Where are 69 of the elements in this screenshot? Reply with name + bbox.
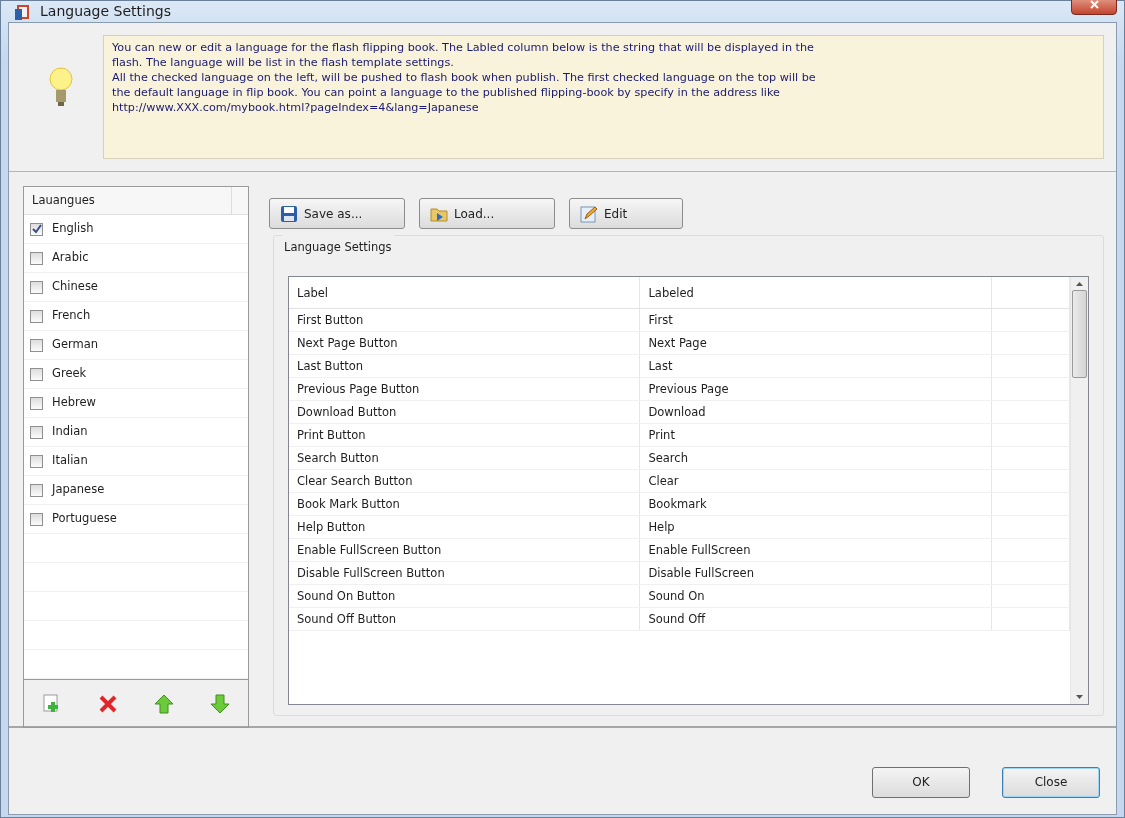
column-header: Lauangues	[24, 187, 232, 214]
table-cell: Last Button	[289, 355, 641, 378]
table-cell: Download	[640, 401, 992, 424]
dialog-button[interactable]: OK	[872, 766, 970, 798]
toolbar-button[interactable]: Save as...	[269, 198, 405, 229]
language-label: Portuguese	[52, 510, 117, 528]
checkbox[interactable]	[30, 338, 43, 352]
checkbox[interactable]	[30, 512, 43, 526]
table-cell: Search Button	[289, 447, 641, 470]
table-cell: Print Button	[289, 424, 641, 447]
table-cell: Help	[640, 516, 992, 539]
table-cell: Enable FullScreen	[640, 539, 992, 562]
table-cell: Next Page	[640, 332, 992, 355]
checkbox[interactable]	[30, 309, 43, 323]
checkbox[interactable]	[30, 367, 43, 381]
pencil-icon	[580, 204, 598, 223]
checkbox[interactable]	[30, 483, 43, 497]
toolbar-button[interactable]: Edit	[569, 198, 683, 229]
language-label: Hebrew	[52, 394, 96, 412]
table-cell: Last	[640, 355, 992, 378]
table-cell: Enable FullScreen Button	[289, 539, 641, 562]
table-cell: Bookmark	[640, 493, 992, 516]
language-label: French	[52, 307, 91, 325]
table-cell: Clear	[640, 470, 992, 493]
table-cell: Sound On	[640, 585, 992, 608]
book-icon	[14, 2, 32, 21]
window-close-button[interactable]	[1071, 0, 1117, 15]
close-icon	[1089, 0, 1099, 9]
table-cell: Previous Page Button	[289, 378, 641, 401]
language-label: Japanese	[52, 481, 105, 499]
dialog-button[interactable]: Close	[1002, 766, 1100, 798]
table-cell: Print	[640, 424, 992, 447]
language-label: Indian	[52, 423, 88, 441]
checkbox[interactable]	[30, 280, 43, 294]
table-cell: Disable FullScreen Button	[289, 562, 641, 585]
table-cell: Next Page Button	[289, 332, 641, 355]
table-cell: Disable FullScreen	[640, 562, 992, 585]
table-cell: Help Button	[289, 516, 641, 539]
info-text: You can new or edit a language for the flash flipping book. The Labled column below is the string that will be displayed in the flash. The language will be list in the flash template settings. All the checked language on the left, will be pushed to flash book when publish. The first checked language on the top will be the default language in flip book. You can point a language to the published flipping-book by specify in the address like http://www.XXX.com/mybook.html?pageIndex=4&lang=Japanese	[103, 35, 1104, 159]
scroll-thumb[interactable]	[1072, 290, 1087, 379]
table-cell: Sound On Button	[289, 585, 641, 608]
table-cell: First Button	[289, 309, 641, 332]
checkbox[interactable]	[30, 425, 43, 439]
scroll-up-icon[interactable]	[1076, 282, 1083, 287]
language-label: German	[52, 336, 99, 354]
checkbox[interactable]	[30, 222, 43, 236]
checkbox[interactable]	[30, 251, 43, 265]
language-label: Arabic	[52, 249, 89, 267]
table-cell: First	[640, 309, 992, 332]
table-cell: Download Button	[289, 401, 641, 424]
language-label: Chinese	[52, 278, 98, 296]
down-arrow-icon[interactable]	[209, 692, 231, 715]
scroll-down-icon[interactable]	[1076, 695, 1083, 699]
language-label: Italian	[52, 452, 88, 470]
table-cell: Clear Search Button	[289, 470, 641, 493]
column-header[interactable]: Label	[289, 277, 641, 309]
language-label: Greek	[52, 365, 87, 383]
table-cell: Search	[640, 447, 992, 470]
checkbox[interactable]	[30, 454, 43, 468]
table-cell: Sound Off Button	[289, 608, 641, 631]
table-cell: Previous Page	[640, 378, 992, 401]
column-header[interactable]: Labeled	[640, 277, 992, 309]
language-label: English	[52, 220, 94, 238]
checkbox[interactable]	[30, 396, 43, 410]
up-arrow-icon[interactable]	[153, 692, 175, 715]
window-title: Language Settings	[40, 2, 171, 21]
table-cell: Book Mark Button	[289, 493, 641, 516]
table-cell: Sound Off	[640, 608, 992, 631]
toolbar-button[interactable]: Load...	[419, 198, 555, 229]
